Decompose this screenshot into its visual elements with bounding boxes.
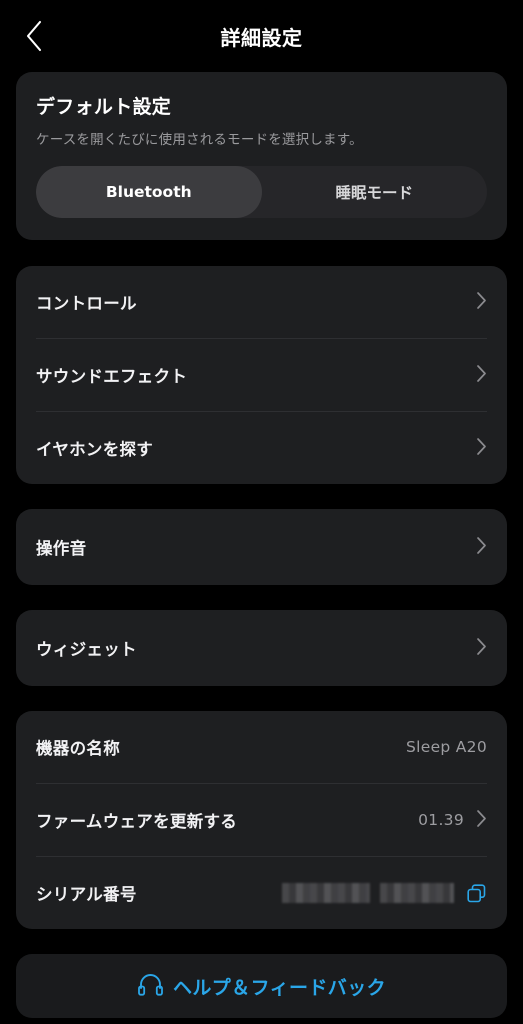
back-button[interactable] bbox=[10, 12, 58, 60]
widget-label: ウィジェット bbox=[36, 640, 137, 659]
widget-card[interactable]: ウィジェット bbox=[16, 610, 507, 686]
help-feedback-button[interactable]: ヘルプ＆フィードバック bbox=[16, 954, 507, 1018]
headphones-icon bbox=[137, 972, 164, 1000]
segment-bluetooth[interactable]: Bluetooth bbox=[36, 166, 262, 218]
operation-sound-card[interactable]: 操作音 bbox=[16, 509, 507, 585]
help-feedback-label: ヘルプ＆フィードバック bbox=[172, 976, 387, 999]
copy-icon[interactable] bbox=[466, 883, 487, 904]
serial-number-right bbox=[282, 883, 487, 904]
redaction-block bbox=[380, 883, 454, 903]
menu-item-label: サウンドエフェクト bbox=[36, 367, 188, 386]
menu-item-find-earphones[interactable]: イヤホンを探す bbox=[16, 412, 507, 484]
device-name-row: 機器の名称 Sleep A20 bbox=[16, 711, 507, 783]
menu-item-label: イヤホンを探す bbox=[36, 440, 154, 459]
firmware-update-right: 01.39 bbox=[418, 809, 487, 832]
segment-sleep-mode[interactable]: 睡眠モード bbox=[262, 166, 488, 218]
page-header: 詳細設定 bbox=[0, 0, 523, 72]
default-mode-segmented-control[interactable]: Bluetooth 睡眠モード bbox=[36, 166, 487, 218]
firmware-version-value: 01.39 bbox=[418, 811, 464, 829]
settings-menu-card: コントロール サウンドエフェクト イヤホンを探す bbox=[16, 266, 507, 484]
device-info-card: 機器の名称 Sleep A20 ファームウェアを更新する 01.39 シリアル番… bbox=[16, 711, 507, 929]
firmware-update-row[interactable]: ファームウェアを更新する 01.39 bbox=[16, 784, 507, 856]
chevron-right-icon bbox=[476, 364, 487, 387]
default-settings-subtitle: ケースを開くたびに使用されるモードを選択します。 bbox=[36, 132, 363, 148]
menu-item-label: コントロール bbox=[36, 294, 137, 313]
operation-sound-row[interactable]: 操作音 bbox=[16, 509, 507, 585]
redaction-block bbox=[282, 883, 370, 903]
chevron-right-icon bbox=[476, 809, 487, 832]
default-settings-card: デフォルト設定 ケースを開くたびに使用されるモードを選択します。 Bluetoo… bbox=[16, 72, 507, 240]
serial-number-row: シリアル番号 bbox=[16, 857, 507, 929]
device-name-label: 機器の名称 bbox=[36, 739, 120, 758]
firmware-update-label: ファームウェアを更新する bbox=[36, 812, 238, 831]
menu-item-sound-effects[interactable]: サウンドエフェクト bbox=[16, 339, 507, 411]
widget-row[interactable]: ウィジェット bbox=[16, 610, 507, 686]
operation-sound-label: 操作音 bbox=[36, 539, 87, 558]
default-settings-title: デフォルト設定 bbox=[36, 96, 172, 118]
chevron-right-icon bbox=[476, 536, 487, 559]
chevron-right-icon bbox=[476, 437, 487, 460]
page-title: 詳細設定 bbox=[220, 25, 303, 50]
serial-number-redacted-value bbox=[282, 883, 454, 903]
chevron-right-icon bbox=[476, 291, 487, 314]
advanced-settings-screen: 詳細設定 デフォルト設定 ケースを開くたびに使用されるモードを選択します。 Bl… bbox=[0, 0, 523, 1024]
chevron-left-icon bbox=[24, 19, 44, 53]
chevron-right-icon bbox=[476, 637, 487, 660]
menu-item-controls[interactable]: コントロール bbox=[16, 266, 507, 338]
device-name-value: Sleep A20 bbox=[405, 738, 487, 756]
serial-number-label: シリアル番号 bbox=[36, 885, 137, 904]
